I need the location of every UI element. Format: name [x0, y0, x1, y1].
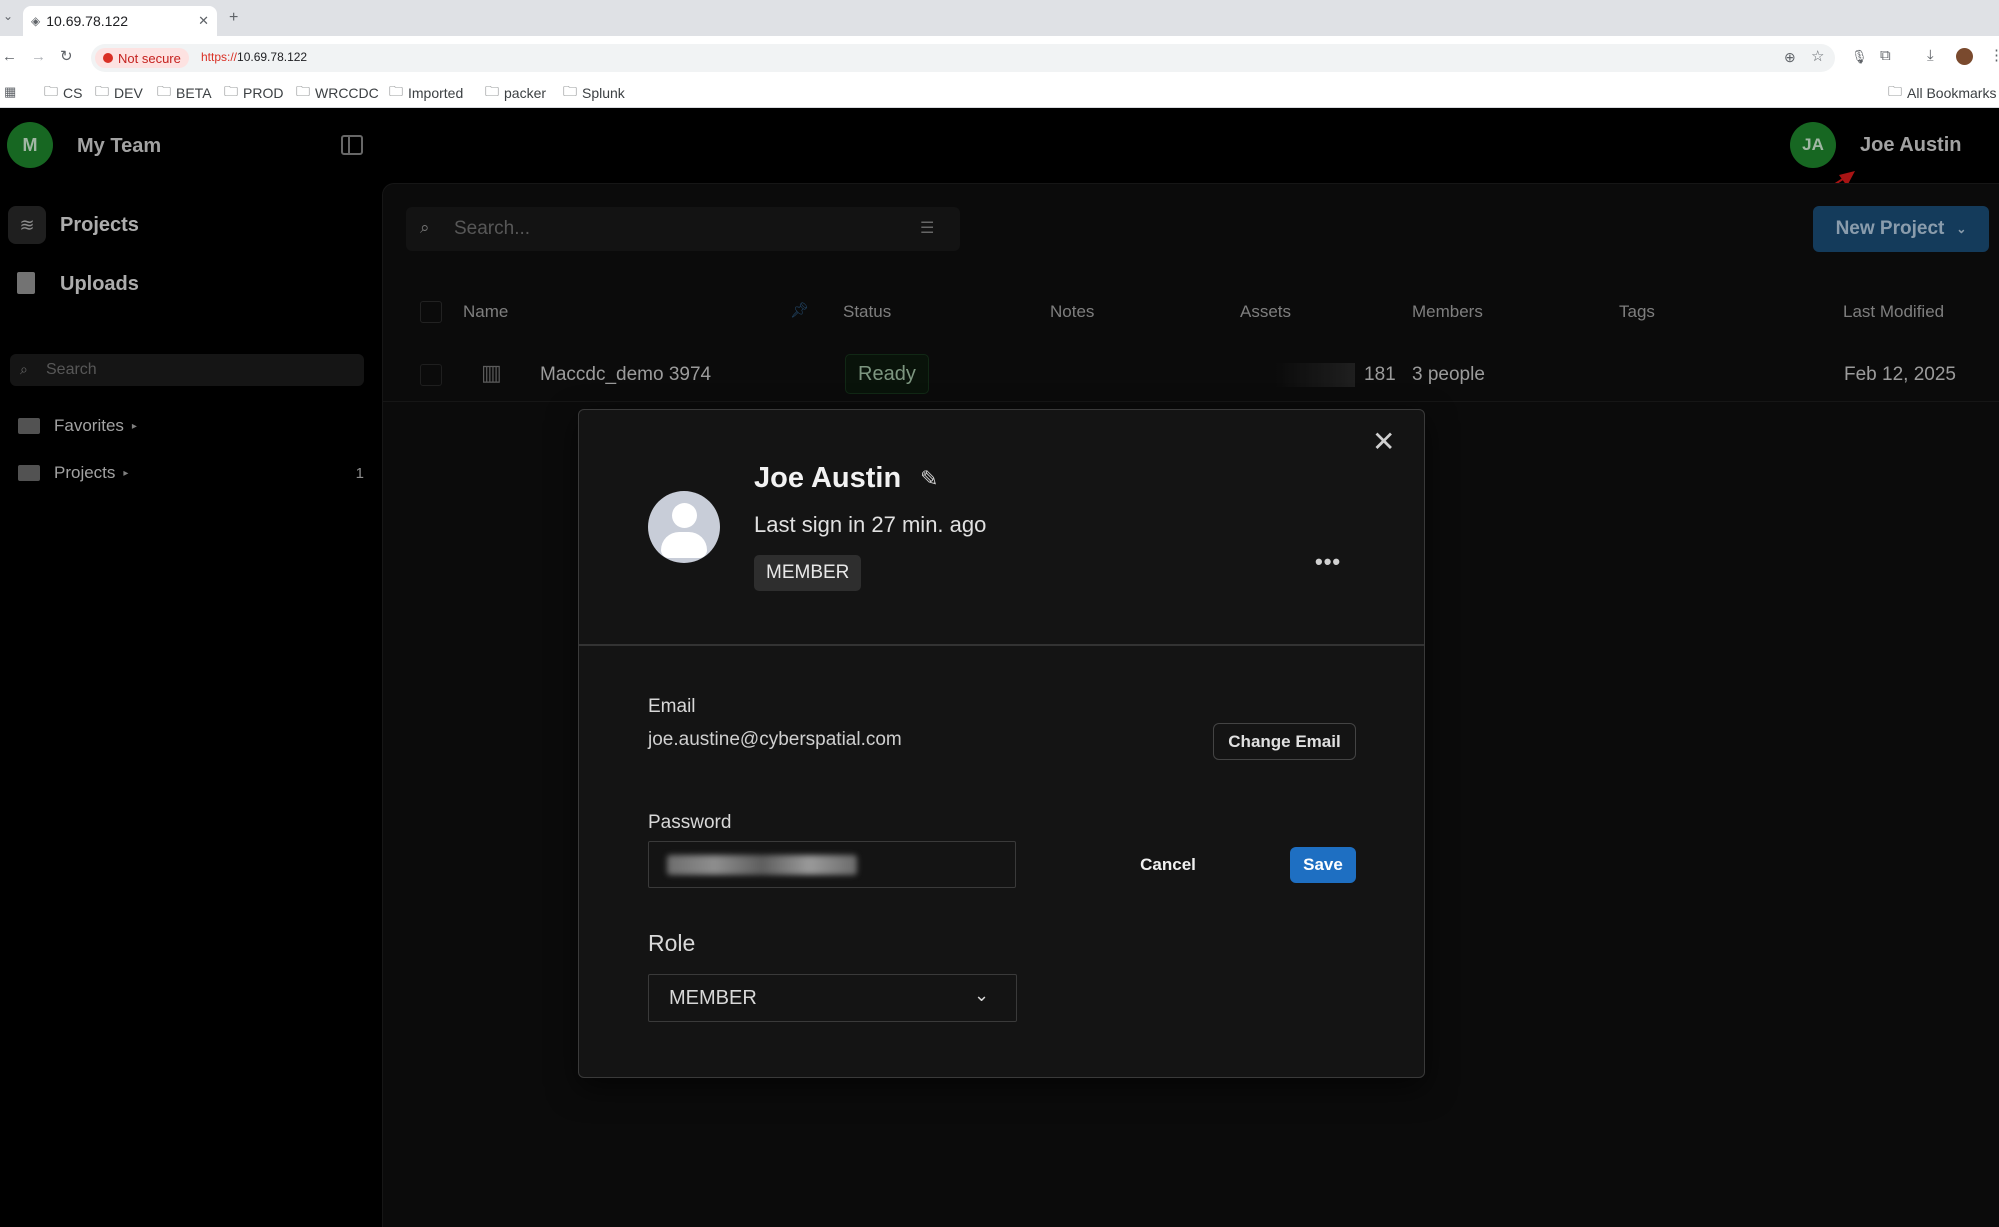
chevron-down-icon: ⌄ [974, 985, 990, 1005]
bookmark-star-icon[interactable]: ☆ [1811, 49, 1824, 64]
bookmarks-bar: ▦ 🗀 CS 🗀 DEV 🗀 BETA 🗀 PROD 🗀 WRCCDC 🗀 Imported… [0, 78, 1999, 108]
bookmark-label: PROD [243, 85, 284, 101]
warning-icon [103, 53, 113, 63]
bookmark-label: Imported [408, 85, 464, 101]
user-display-name: Joe Austin [754, 462, 902, 494]
role-select-value: MEMBER [669, 987, 757, 1009]
bookmark-packer[interactable]: 🗀 packer [485, 83, 547, 102]
tab-close-icon[interactable]: ✕ [198, 13, 209, 29]
browser-menu-icon[interactable]: ⋮ [1989, 48, 1999, 63]
password-field[interactable] [648, 841, 1016, 888]
bookmark-label: DEV [114, 85, 143, 101]
new-tab-icon[interactable]: + [229, 10, 238, 26]
cancel-button[interactable]: Cancel [1129, 847, 1207, 883]
folder-icon: 🗀 [389, 83, 403, 99]
reload-icon[interactable]: ↻ [60, 49, 73, 64]
save-button[interactable]: Save [1290, 847, 1356, 883]
folder-icon: 🗀 [44, 83, 58, 99]
all-bookmarks[interactable]: 🗀 All Bookmarks [1888, 83, 1997, 102]
back-arrow-icon[interactable]: ← [2, 49, 17, 64]
browser-tab-strip: ⌄ ◈ 10.69.78.122 ✕ + [0, 0, 1999, 36]
bookmark-label: CS [63, 85, 83, 101]
email-label: Email [648, 696, 696, 717]
bookmark-label: packer [504, 85, 547, 101]
microphone-icon[interactable]: 🎙 [1851, 50, 1868, 63]
save-label: Save [1303, 855, 1343, 874]
role-label: Role [648, 930, 696, 956]
browser-tab[interactable]: ◈ 10.69.78.122 ✕ [23, 6, 217, 36]
user-profile-modal: ✕ Joe Austin ✎ Last sign in 27 min. ago … [578, 409, 1425, 1078]
not-secure-chip[interactable]: Not secure [95, 48, 189, 68]
bookmark-label: WRCCDC [315, 85, 379, 101]
url-text[interactable]: https://10.69.78.122 [201, 50, 307, 64]
bookmark-beta[interactable]: 🗀 BETA [157, 83, 212, 102]
role-badge: MEMBER [754, 555, 862, 591]
address-bar[interactable]: Not secure https://10.69.78.122 ⊕ ☆ [91, 44, 1835, 72]
password-label: Password [648, 812, 732, 833]
bookmark-cs[interactable]: 🗀 CS [44, 83, 83, 102]
profile-avatar[interactable] [1956, 48, 1973, 65]
cancel-label: Cancel [1140, 855, 1196, 874]
tab-title: 10.69.78.122 [46, 13, 128, 29]
folder-icon: 🗀 [95, 83, 109, 99]
password-masked-value [667, 855, 857, 875]
bookmark-label: Splunk [582, 85, 625, 101]
folder-icon: 🗀 [296, 83, 310, 99]
change-email-label: Change Email [1228, 731, 1341, 751]
modal-divider [579, 644, 1424, 646]
all-bookmarks-label: All Bookmarks [1907, 85, 1997, 101]
last-sign-in: Last sign in 27 min. ago [754, 512, 987, 537]
not-secure-label: Not secure [118, 50, 181, 66]
bookmark-splunk[interactable]: 🗀 Splunk [563, 83, 625, 102]
folder-icon: 🗀 [224, 83, 238, 99]
role-select[interactable]: MEMBER ⌄ [648, 974, 1017, 1022]
bookmark-dev[interactable]: 🗀 DEV [95, 83, 143, 102]
download-icon[interactable]: ⤓ [1927, 48, 1934, 63]
tab-list-chevron-icon[interactable]: ⌄ [3, 10, 13, 22]
change-email-button[interactable]: Change Email [1213, 723, 1356, 760]
extensions-icon[interactable]: ⧉ [1880, 48, 1891, 63]
url-scheme: https:// [201, 50, 238, 64]
apps-grid-icon[interactable]: ▦ [4, 85, 16, 98]
folder-icon: 🗀 [157, 83, 171, 99]
bookmark-prod[interactable]: 🗀 PROD [224, 83, 284, 102]
zoom-icon[interactable]: ⊕ [1784, 50, 1796, 64]
bookmark-imported[interactable]: 🗀 Imported [389, 83, 464, 102]
url-host: 10.69.78.122 [237, 50, 308, 64]
folder-icon: 🗀 [485, 83, 499, 99]
bookmark-wrccdc[interactable]: 🗀 WRCCDC [296, 83, 379, 102]
folder-icon: 🗀 [1888, 83, 1902, 99]
close-icon[interactable]: ✕ [1372, 428, 1395, 456]
tab-favicon-icon: ◈ [31, 14, 41, 28]
email-value: joe.austine@cyberspatial.com [648, 729, 902, 750]
more-options-icon[interactable]: ••• [1315, 549, 1341, 575]
forward-arrow-icon[interactable]: → [31, 49, 46, 64]
user-avatar-placeholder [648, 491, 720, 563]
bookmark-label: BETA [176, 85, 212, 101]
folder-icon: 🗀 [563, 83, 577, 99]
edit-pencil-icon[interactable]: ✎ [920, 466, 938, 492]
